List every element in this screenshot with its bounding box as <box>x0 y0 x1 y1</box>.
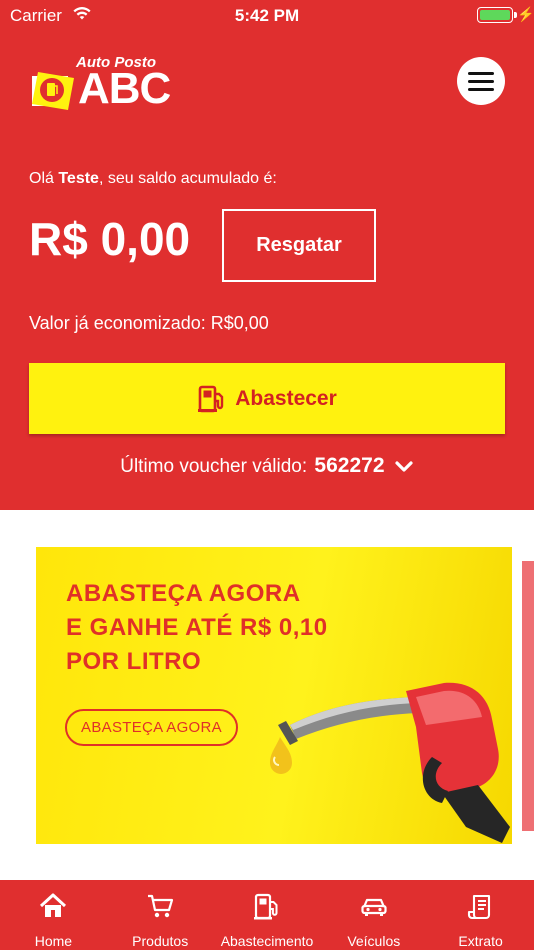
refuel-button[interactable]: Abastecer <box>29 363 505 434</box>
tab-home-label: Home <box>34 933 73 949</box>
saved-amount-text: Valor já economizado: R$0,00 <box>29 313 269 333</box>
tab-vehicles-label: Veículos <box>347 933 401 949</box>
receipt-icon <box>467 894 490 920</box>
account-header: Auto Posto ABC Olá Teste, seu saldo acum… <box>0 30 534 510</box>
hamburger-icon-bar <box>468 88 494 91</box>
clock: 5:42 PM <box>234 6 300 25</box>
voucher-selector[interactable]: Último voucher válido: 562272 <box>0 454 534 478</box>
promo-line-1: ABASTEÇA AGORA <box>66 580 301 607</box>
brand-logo: Auto Posto ABC <box>30 54 175 114</box>
greeting-prefix: Olá <box>29 170 59 187</box>
fuel-nozzle-image <box>270 682 510 843</box>
tab-products-label: Produtos <box>132 933 189 949</box>
greeting-text: Olá Teste, seu saldo acumulado é: <box>29 170 277 188</box>
next-banner-peek[interactable] <box>522 561 534 831</box>
promo-cta-button[interactable]: ABASTEÇA AGORA <box>65 709 238 746</box>
balance-amount: R$ 0,00 <box>29 213 191 265</box>
home-icon <box>40 893 67 917</box>
fuel-pump-icon <box>198 385 224 412</box>
battery-icon <box>477 7 513 23</box>
hamburger-icon-bar <box>468 80 494 83</box>
status-bar: Carrier 5:42 PM ⚡ <box>0 0 534 30</box>
logo-mark-icon <box>32 72 74 110</box>
tab-statement-label: Extrato <box>458 933 503 949</box>
tab-statement[interactable]: Extrato <box>427 880 534 950</box>
greeting-suffix: , seu saldo acumulado é: <box>98 170 277 187</box>
brand-name: ABC <box>78 64 171 113</box>
voucher-code: 562272 <box>314 454 385 477</box>
tab-refueling[interactable]: Abastecimento <box>214 880 321 950</box>
promo-line-3: POR LITRO <box>66 648 202 675</box>
fuel-pump-icon <box>253 893 278 920</box>
tab-vehicles[interactable]: Veículos <box>320 880 427 950</box>
voucher-label: Último voucher válido: <box>120 456 308 477</box>
redeem-button[interactable]: Resgatar <box>222 209 376 282</box>
promo-headline: ABASTEÇA AGORA E GANHE ATÉ R$ 0,10 POR L… <box>66 577 328 679</box>
tab-products[interactable]: Produtos <box>107 880 214 950</box>
cart-icon <box>148 894 174 918</box>
car-icon <box>361 898 387 916</box>
promo-line-2: E GANHE ATÉ R$ 0,10 <box>66 614 328 641</box>
chevron-down-icon <box>395 461 413 472</box>
hamburger-icon <box>468 72 494 75</box>
refuel-label: Abastecer <box>235 386 337 410</box>
tab-home[interactable]: Home <box>0 880 107 950</box>
charging-icon: ⚡ <box>517 6 534 22</box>
user-name: Teste <box>58 170 99 187</box>
promo-banner[interactable]: ABASTEÇA AGORA E GANHE ATÉ R$ 0,10 POR L… <box>36 547 512 844</box>
tab-refueling-label: Abastecimento <box>220 933 314 949</box>
bottom-tab-bar: Home Produtos Abastecimento Veículos Ext… <box>0 880 534 950</box>
menu-button[interactable] <box>457 57 505 105</box>
